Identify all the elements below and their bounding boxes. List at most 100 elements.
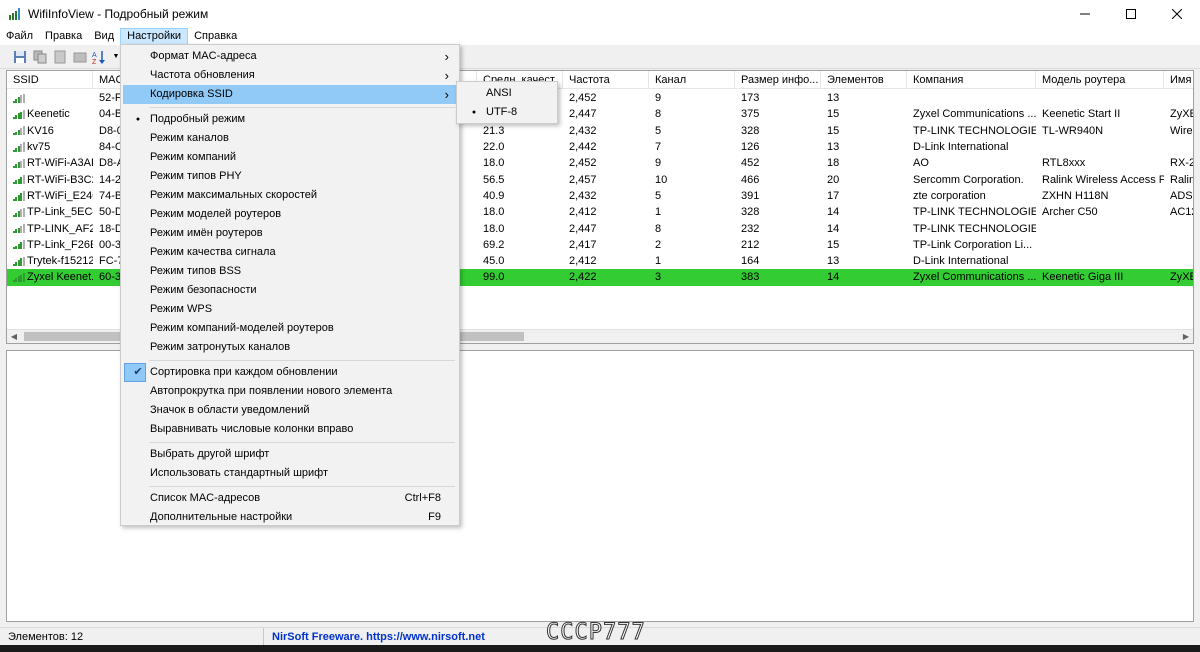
scroll-right-icon[interactable]: ▶ <box>1179 330 1193 343</box>
menu-item-label: Режим типов PHY <box>150 170 242 182</box>
menu-edit[interactable]: Правка <box>39 28 88 45</box>
maximize-button[interactable] <box>1108 0 1154 28</box>
cell-info-size: 328 <box>741 206 760 219</box>
cell-elements: 17 <box>827 189 840 202</box>
menu-separator <box>149 107 455 108</box>
cell-info-size: 212 <box>741 238 760 251</box>
cell-info-size: 391 <box>741 189 760 202</box>
menu-item-label: Выравнивать числовые колонки вправо <box>150 423 354 435</box>
cell-ssid: TP-Link_5EC4 <box>7 204 93 220</box>
cell-router-name: Ralink <box>1170 173 1193 186</box>
settings-menu-item[interactable]: Режим типов BSS <box>123 262 457 281</box>
chevron-right-icon: › <box>444 49 449 64</box>
settings-menu-item[interactable]: Использовать стандартный шрифт <box>123 464 457 483</box>
settings-menu-item[interactable]: Режим каналов <box>123 129 457 148</box>
col-ssid[interactable]: SSID <box>7 71 93 89</box>
signal-strength-icon <box>13 158 25 168</box>
status-count: Элементов: 12 <box>0 627 264 646</box>
ssid-text: Zyxel Keenet... <box>27 271 93 284</box>
report-icon[interactable] <box>52 49 68 65</box>
col-router-name[interactable]: Имя р <box>1164 71 1193 89</box>
menu-item-label: Режим имён роутеров <box>150 227 263 239</box>
menu-item-label: Режим компаний <box>150 151 237 163</box>
cell-elements: 14 <box>827 271 840 284</box>
cell-elements: 14 <box>827 206 840 219</box>
settings-menu: Формат MAC-адреса › Частота обновления › Код… <box>120 44 460 526</box>
settings-menu-item[interactable]: Режим WPS <box>123 300 457 319</box>
properties-icon[interactable] <box>72 49 88 65</box>
settings-menu-item[interactable]: Формат MAC-адреса › <box>123 47 457 66</box>
window-title: WifiInfoView - Подробный режим <box>28 7 209 21</box>
sort-icon[interactable]: AZ <box>92 49 108 65</box>
settings-menu-item[interactable]: Режим безопасности <box>123 281 457 300</box>
settings-menu-item[interactable]: Выравнивать числовые колонки вправо <box>123 420 457 439</box>
menu-shortcut: Ctrl+F8 <box>404 492 441 504</box>
menu-item-label: Формат MAC-адреса <box>150 50 257 62</box>
settings-menu-item[interactable]: Режим моделей роутеров <box>123 205 457 224</box>
cell-elements: 18 <box>827 157 840 170</box>
cell-elements: 15 <box>827 238 840 251</box>
settings-menu-item[interactable]: Частота обновления › <box>123 66 457 85</box>
settings-menu-item[interactable]: Режим качества сигнала <box>123 243 457 262</box>
settings-menu-item[interactable]: Дополнительные настройки F9 <box>123 508 457 527</box>
ssid-encoding-option[interactable]: ANSI <box>459 84 555 103</box>
settings-menu-item[interactable]: ● Подробный режим <box>123 110 457 129</box>
col-router-model[interactable]: Модель роутера <box>1036 71 1164 89</box>
cell-router-model: Keenetic Giga III <box>1042 271 1124 284</box>
settings-menu-item[interactable]: Режим компаний <box>123 148 457 167</box>
cell-company: TP-LINK TECHNOLOGIE... <box>913 124 1036 137</box>
settings-menu-item[interactable]: Режим имён роутеров <box>123 224 457 243</box>
signal-strength-icon <box>13 272 25 282</box>
settings-menu-item[interactable]: Режим типов PHY <box>123 167 457 186</box>
svg-text:Z: Z <box>92 59 97 64</box>
save-icon[interactable] <box>12 49 28 65</box>
cell-ssid: Trytek-f15212 <box>7 253 93 269</box>
cell-quality: 69.2 <box>483 238 505 251</box>
settings-menu-item[interactable]: Автопрокрутка при появлении нового элеме… <box>123 382 457 401</box>
settings-menu-item[interactable]: Кодировка SSID › <box>123 85 457 104</box>
col-company[interactable]: Компания <box>907 71 1036 89</box>
cell-channel: 5 <box>655 124 662 137</box>
ssid-encoding-submenu: ANSI ● UTF-8 <box>456 81 558 124</box>
ssid-text: RT-WiFi-B3C2 <box>27 173 93 186</box>
menu-view[interactable]: Вид <box>88 28 120 45</box>
col-info-size[interactable]: Размер инфо... <box>735 71 821 89</box>
menu-shortcut: F9 <box>428 511 441 523</box>
menu-help[interactable]: Справка <box>188 28 243 45</box>
menu-item-label: Частота обновления <box>150 69 255 81</box>
settings-menu-item[interactable]: Режим затронутых каналов <box>123 338 457 357</box>
menu-item-label: Режим каналов <box>150 132 229 144</box>
scroll-left-icon[interactable]: ◀ <box>7 330 21 343</box>
copy-icon[interactable] <box>32 49 48 65</box>
nirsoft-link[interactable]: NirSoft Freeware. https://www.nirsoft.ne… <box>264 628 485 646</box>
settings-menu-item[interactable]: Список MAC-адресов Ctrl+F8 <box>123 489 457 508</box>
close-button[interactable] <box>1154 0 1200 28</box>
cell-quality: 18.0 <box>483 206 505 219</box>
ssid-text: Trytek-f15212 <box>27 255 93 268</box>
settings-menu-item[interactable]: Режим максимальных скоростей <box>123 186 457 205</box>
minimize-button[interactable] <box>1062 0 1108 28</box>
settings-menu-item[interactable]: ✔ Сортировка при каждом обновлении <box>123 363 457 382</box>
col-frequency[interactable]: Частота <box>563 71 649 89</box>
cell-router-name: AC120 <box>1170 206 1193 219</box>
cell-quality: 18.0 <box>483 222 505 235</box>
signal-strength-icon <box>13 93 25 103</box>
cell-frequency: 2,452 <box>569 157 597 170</box>
col-elements[interactable]: Элементов <box>821 71 907 89</box>
settings-menu-item[interactable]: Режим компаний-моделей роутеров <box>123 319 457 338</box>
col-channel[interactable]: Канал <box>649 71 735 89</box>
cell-elements: 14 <box>827 222 840 235</box>
cell-ssid: KV16 <box>7 123 93 139</box>
cell-quality: 40.9 <box>483 189 505 202</box>
settings-menu-item[interactable]: Значок в области уведомлений <box>123 401 457 420</box>
menu-file[interactable]: Файл <box>0 28 39 45</box>
cell-elements: 13 <box>827 92 840 105</box>
chevron-down-icon[interactable]: ▼ <box>112 49 120 65</box>
ssid-encoding-option[interactable]: ● UTF-8 <box>459 103 555 122</box>
cell-company: TP-LINK TECHNOLOGIE... <box>913 222 1036 235</box>
menu-item-label: Режим моделей роутеров <box>150 208 282 220</box>
cell-info-size: 173 <box>741 92 760 105</box>
menu-settings[interactable]: Настройки <box>120 28 189 45</box>
settings-menu-item[interactable]: Выбрать другой шрифт <box>123 445 457 464</box>
menu-separator <box>149 486 455 487</box>
